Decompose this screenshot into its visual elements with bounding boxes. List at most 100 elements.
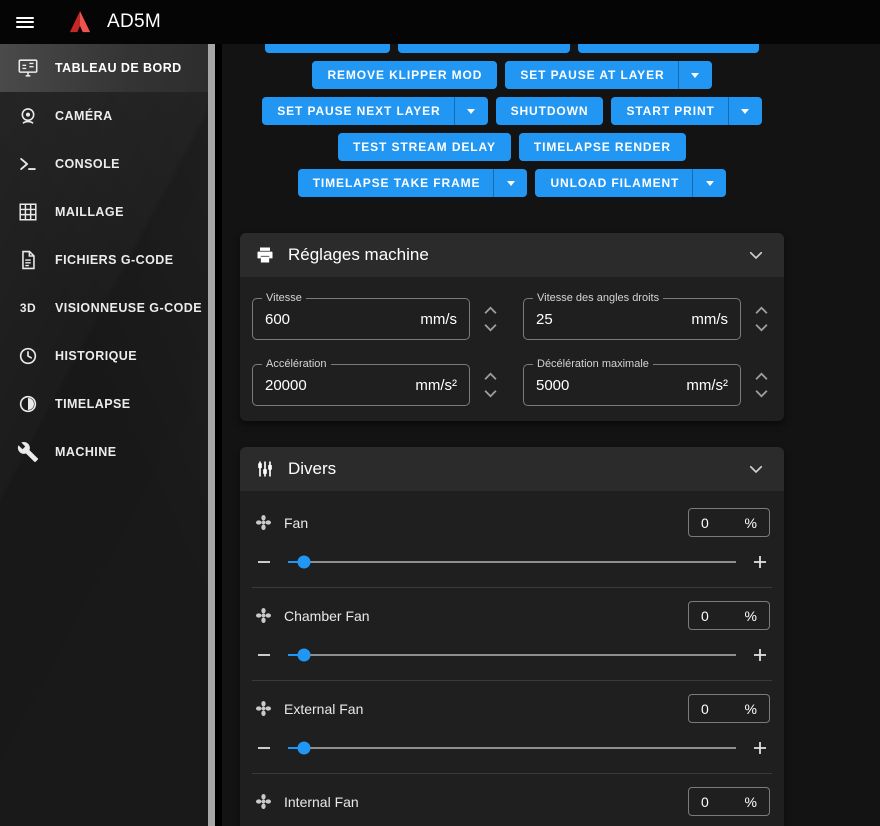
acceleration-input[interactable] — [265, 376, 408, 394]
increment-button[interactable] — [754, 306, 769, 315]
clipped-macro-button[interactable] — [578, 44, 759, 53]
increment-button[interactable] — [754, 372, 769, 381]
misc-body: Fan % — [240, 491, 784, 826]
fan-name: Fan — [284, 514, 309, 531]
text-field: Vitesse mm/s — [252, 292, 470, 340]
macro-button-shutdown[interactable]: SHUTDOWN — [495, 97, 604, 125]
fan-value-input[interactable] — [701, 607, 745, 624]
fan-slider[interactable] — [288, 648, 736, 662]
fan-control-internal-fan: Internal Fan % — [252, 773, 772, 826]
fan-unit: % — [744, 700, 757, 717]
sidebar-item-camera[interactable]: CAMÉRA — [0, 92, 215, 140]
increase-fan-button[interactable] — [752, 554, 768, 570]
history-clock-icon — [16, 345, 40, 367]
slider-thumb[interactable] — [297, 648, 311, 662]
spinner — [750, 306, 772, 332]
sidebar-item-history[interactable]: HISTORIQUE — [0, 332, 215, 380]
fan-value-input[interactable] — [701, 700, 745, 717]
menu-button[interactable] — [0, 0, 50, 44]
fan-value-input[interactable] — [701, 514, 745, 531]
decrease-fan-button[interactable] — [256, 647, 272, 663]
square-corner-velocity-input[interactable] — [536, 310, 684, 328]
collapse-card-button[interactable] — [743, 456, 769, 482]
fan-name: Chamber Fan — [284, 607, 370, 624]
dropdown-toggle[interactable] — [693, 169, 726, 197]
sidebar-scrollbar[interactable] — [208, 44, 215, 826]
macro-button-test-stream-delay[interactable]: TEST STREAM DELAY — [338, 133, 511, 161]
card-title: Réglages machine — [288, 245, 429, 264]
clipped-macro-row — [240, 44, 784, 53]
macro-button-set-pause-at-layer[interactable]: SET PAUSE AT LAYER — [505, 61, 712, 89]
chevron-down-icon — [749, 465, 763, 473]
spinner — [750, 372, 772, 398]
sidebar-item-dashboard[interactable]: TABLEAU DE BORD — [0, 44, 215, 92]
slider-track[interactable] — [288, 654, 736, 656]
clipped-macro-button[interactable] — [265, 44, 390, 53]
fan-slider[interactable] — [288, 741, 736, 755]
sidebar-item-heightmap[interactable]: MAILLAGE — [0, 188, 215, 236]
macro-button-label: TEST STREAM DELAY — [353, 140, 496, 154]
dropdown-toggle[interactable] — [455, 97, 488, 125]
sidebar-item-timelapse[interactable]: TIMELAPSE — [0, 380, 215, 428]
slider-thumb[interactable] — [297, 741, 311, 755]
macro-button-label: TIMELAPSE RENDER — [533, 140, 671, 154]
decrease-fan-button[interactable] — [256, 554, 272, 570]
dropdown-toggle[interactable] — [679, 61, 712, 89]
dropdown-toggle[interactable] — [494, 169, 527, 197]
max-deceleration-input[interactable] — [536, 376, 679, 394]
increment-button[interactable] — [483, 372, 498, 381]
macro-button-label: TIMELAPSE TAKE FRAME — [312, 176, 481, 190]
app-bar: AD5M — [0, 0, 880, 44]
sidebar-item-gcode-viewer[interactable]: 3D VISIONNEUSE G-CODE — [0, 284, 215, 332]
text-field: Vitesse des angles droits mm/s — [523, 292, 741, 340]
printer-icon — [255, 245, 275, 265]
fan-control-chamber-fan: Chamber Fan % — [252, 587, 772, 680]
macro-button-unload-filament[interactable]: UNLOAD FILAMENT — [535, 169, 727, 197]
macro-button-start-print[interactable]: START PRINT — [611, 97, 762, 125]
fan-unit: % — [744, 607, 757, 624]
macro-button-set-pause-next-layer[interactable]: SET PAUSE NEXT LAYER — [262, 97, 488, 125]
sidebar-item-machine[interactable]: MACHINE — [0, 428, 215, 476]
field-label: Décélération maximale — [533, 358, 653, 370]
macro-button-remove-klipper-mod[interactable]: REMOVE KLIPPER MOD — [312, 61, 498, 89]
field-label: Vitesse — [262, 292, 306, 304]
main-content: REMOVE KLIPPER MOD SET PAUSE AT LAYER SE… — [222, 44, 880, 826]
clipped-macro-button[interactable] — [398, 44, 570, 53]
card-header: Réglages machine — [240, 233, 784, 277]
decrement-button[interactable] — [483, 323, 498, 332]
macro-button-label: SHUTDOWN — [510, 104, 589, 118]
macro-button-timelapse-take-frame[interactable]: TIMELAPSE TAKE FRAME — [297, 169, 528, 197]
macro-button-label: SET PAUSE AT LAYER — [520, 68, 665, 82]
slider-track[interactable] — [288, 561, 736, 563]
3d-viewer-icon: 3D — [19, 301, 37, 315]
slider-track[interactable] — [288, 747, 736, 749]
slider-thumb[interactable] — [297, 555, 311, 569]
fan-name: External Fan — [284, 700, 364, 717]
decrease-fan-button[interactable] — [256, 740, 272, 756]
card-title: Divers — [288, 459, 337, 478]
sidebar-item-gcode-files[interactable]: FICHIERS G-CODE — [0, 236, 215, 284]
increase-fan-button[interactable] — [752, 647, 768, 663]
macro-button-label: REMOVE KLIPPER MOD — [327, 68, 483, 82]
collapse-card-button[interactable] — [743, 242, 769, 268]
wrench-icon — [16, 441, 40, 463]
fan-value-input[interactable] — [701, 793, 745, 810]
increase-fan-button[interactable] — [752, 740, 768, 756]
caret-down-icon — [741, 108, 750, 114]
field-unit: mm/s² — [415, 376, 457, 394]
dropdown-toggle[interactable] — [729, 97, 762, 125]
increment-button[interactable] — [483, 306, 498, 315]
miscellaneous-card: Divers Fan % — [240, 447, 784, 826]
caret-down-icon — [705, 180, 714, 186]
fan-slider[interactable] — [288, 555, 736, 569]
speed-input[interactable] — [265, 310, 413, 328]
fan-control-fan: Fan % — [252, 495, 772, 587]
decrement-button[interactable] — [754, 389, 769, 398]
decrement-button[interactable] — [483, 389, 498, 398]
macro-button-timelapse-render[interactable]: TIMELAPSE RENDER — [518, 133, 686, 161]
sidebar-item-console[interactable]: CONSOLE — [0, 140, 215, 188]
field-label: Vitesse des angles droits — [533, 292, 664, 304]
macro-button-label: SET PAUSE NEXT LAYER — [277, 104, 441, 118]
macro-row: TIMELAPSE TAKE FRAME UNLOAD FILAMENT — [240, 169, 784, 197]
decrement-button[interactable] — [754, 323, 769, 332]
